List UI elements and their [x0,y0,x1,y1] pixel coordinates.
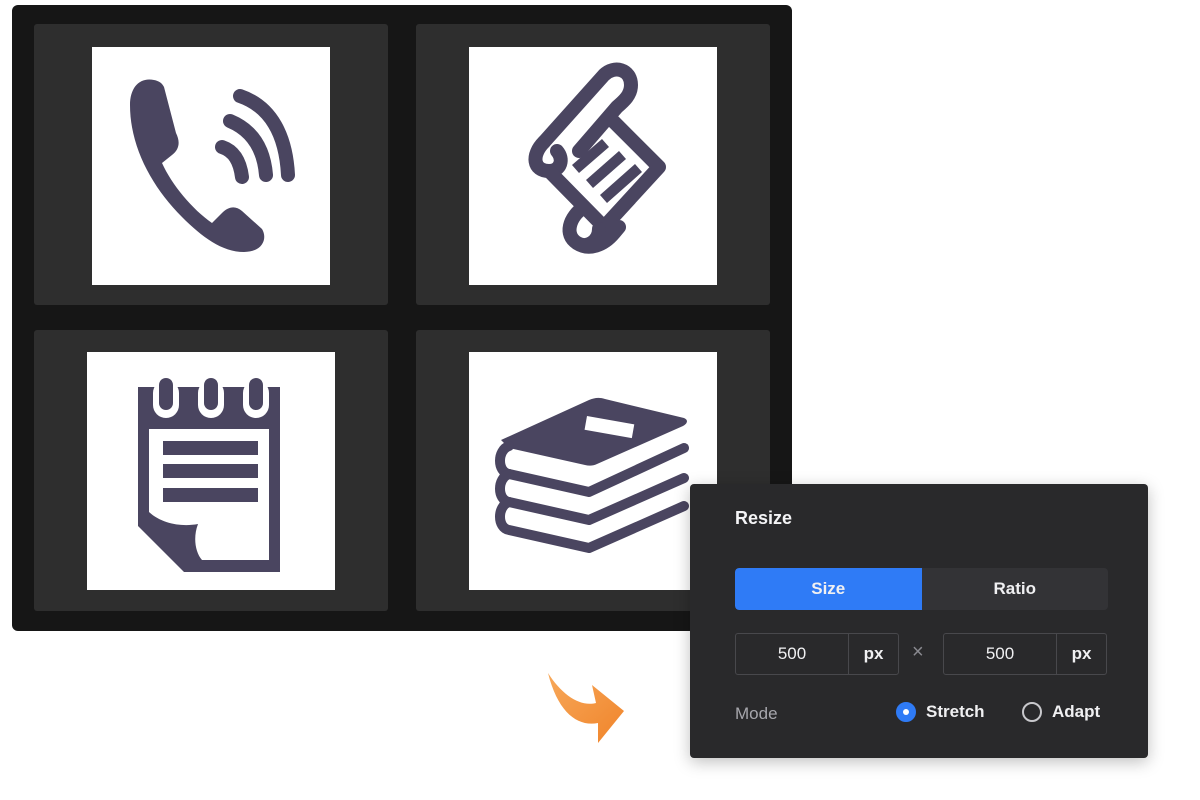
scroll-document-icon [528,62,666,254]
radio-unselected-icon[interactable] [1022,702,1042,722]
height-unit-label: px [1071,644,1092,663]
tab-size[interactable]: Size [735,568,922,610]
radio-stretch[interactable]: Stretch [896,702,985,722]
books-stack-icon [495,397,689,553]
width-field: 500 px [735,633,899,675]
image-thumbnail [469,352,717,590]
mode-label: Mode [735,704,778,723]
radio-adapt-label: Adapt [1052,702,1101,721]
dialog-title: Resize [735,508,793,528]
resize-mode-tabs: Size Ratio [735,568,1108,610]
image-thumbnail [92,47,330,285]
height-input[interactable]: 500 [944,634,1057,674]
width-input[interactable]: 500 [736,634,849,674]
image-tile[interactable] [416,24,770,305]
tab-ratio[interactable]: Ratio [922,568,1109,610]
width-unit-label: px [863,644,884,663]
image-thumbnail [87,352,335,590]
height-field: 500 px [943,633,1107,675]
image-tile[interactable] [34,330,388,611]
phone-ringing-icon [130,79,295,252]
curved-arrow-icon [548,673,624,743]
dimension-separator: × [912,641,924,663]
radio-adapt[interactable]: Adapt [1022,702,1100,722]
radio-selected-icon[interactable] [896,702,916,722]
image-thumbnail [469,47,717,285]
notepad-icon [138,378,280,572]
radio-stretch-label: Stretch [926,702,985,721]
image-grid-canvas [12,5,792,631]
image-tile[interactable] [34,24,388,305]
resize-dialog: Resize Size Ratio 500 px × 500 px Mode S… [690,484,1148,758]
